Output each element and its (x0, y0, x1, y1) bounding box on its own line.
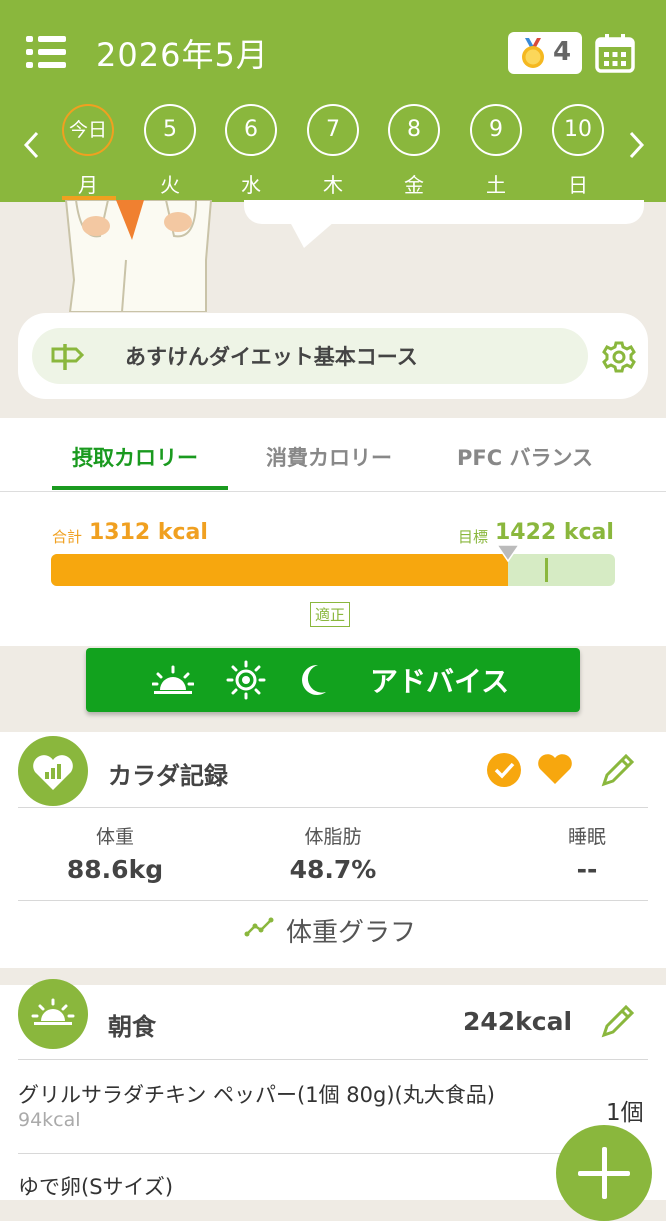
advice-button[interactable]: アドバイス (86, 648, 580, 712)
calorie-progress-bar (51, 544, 615, 586)
upper-limit-marker (545, 558, 548, 582)
active-tab-indicator (52, 486, 228, 490)
advice-label: アドバイス (370, 665, 510, 698)
month-title[interactable]: 2026年5月 (96, 30, 269, 76)
food-qty: 1個 (606, 1100, 644, 1126)
target-calorie-value: 1422 kcal (495, 520, 614, 545)
body-record-title: カラダ記録 (108, 762, 228, 790)
weight-graph-link[interactable]: 体重グラフ (244, 916, 416, 948)
course-name: あすけんダイエット基本コース (125, 345, 418, 369)
divider (18, 807, 648, 808)
day-item[interactable]: 6 水 (223, 104, 279, 198)
course-card: あすけんダイエット基本コース (18, 313, 648, 399)
moon-icon (302, 664, 326, 695)
chevron-right-icon[interactable] (626, 130, 646, 160)
menu-icon[interactable] (26, 36, 68, 70)
edit-pencil-icon[interactable] (598, 750, 638, 790)
divider (18, 1059, 648, 1060)
total-calorie-value: 1312 kcal (89, 520, 208, 545)
body-fat-metric[interactable]: 体脂肪 48.7% (268, 822, 398, 884)
status-badge: 適正 (310, 602, 351, 627)
divider (18, 900, 648, 901)
calorie-card: 摂取カロリー 消費カロリー PFC バランス 合計 1312 kcal 目標 1… (0, 418, 666, 646)
sunrise-icon (152, 665, 194, 694)
sun-icon (226, 660, 266, 700)
calendar-icon[interactable] (594, 32, 636, 74)
food-name: ゆで卵(Sサイズ) (18, 1175, 174, 1199)
speech-bubble (244, 200, 644, 224)
body-record-card: カラダ記録 体重 88.6kg 体脂肪 48.7% 睡眠 -- 体重グラフ (0, 732, 666, 968)
day-item[interactable]: 7 木 (305, 104, 361, 198)
calorie-progress-fill (51, 554, 508, 586)
line-graph-icon (244, 917, 274, 937)
signpost-icon (51, 344, 84, 370)
medal-count: 4 (553, 37, 572, 67)
edit-pencil-icon[interactable] (598, 1001, 638, 1041)
tab-burned-calorie[interactable]: 消費カロリー (266, 442, 392, 472)
app-header: 2026年5月 4 今日 月 5 火 6 水 7 木 8 金 9 土 10 日 (0, 0, 666, 202)
weight-metric[interactable]: 体重 88.6kg (50, 822, 180, 884)
breakfast-kcal: 242kcal (463, 1007, 573, 1036)
heart-chart-icon (18, 736, 88, 806)
target-pointer-icon (495, 544, 520, 562)
tab-pfc-balance[interactable]: PFC バランス (457, 442, 593, 472)
day-item-today[interactable]: 今日 月 (60, 104, 116, 198)
sleep-metric[interactable]: 睡眠 -- (532, 822, 642, 884)
heart-icon[interactable] (536, 752, 574, 786)
gear-icon[interactable] (602, 340, 636, 374)
course-selector[interactable]: あすけんダイエット基本コース (32, 328, 588, 384)
food-name: グリルサラダチキン ペッパー(1個 80g)(丸大食品) (18, 1083, 495, 1107)
divider (18, 1153, 648, 1154)
target-label: 目標 (458, 528, 489, 546)
add-record-button[interactable] (556, 1125, 652, 1221)
medal-badge[interactable]: 4 (508, 32, 582, 74)
speech-bubble-tail (290, 222, 334, 248)
tab-intake-calorie[interactable]: 摂取カロリー (72, 442, 198, 472)
day-item[interactable]: 9 土 (468, 104, 524, 198)
divider (0, 491, 666, 492)
chevron-left-icon[interactable] (22, 130, 42, 160)
total-label: 合計 (52, 528, 83, 546)
day-item[interactable]: 10 日 (550, 104, 606, 198)
medal-icon (522, 38, 544, 68)
weight-graph-label: 体重グラフ (286, 918, 417, 948)
character-illustration (64, 200, 213, 312)
day-item[interactable]: 8 金 (386, 104, 442, 198)
sunrise-icon (18, 979, 88, 1049)
day-item[interactable]: 5 火 (142, 104, 198, 198)
check-circle-icon[interactable] (486, 752, 522, 788)
food-kcal: 94kcal (18, 1109, 81, 1131)
breakfast-title: 朝食 (108, 1013, 156, 1041)
